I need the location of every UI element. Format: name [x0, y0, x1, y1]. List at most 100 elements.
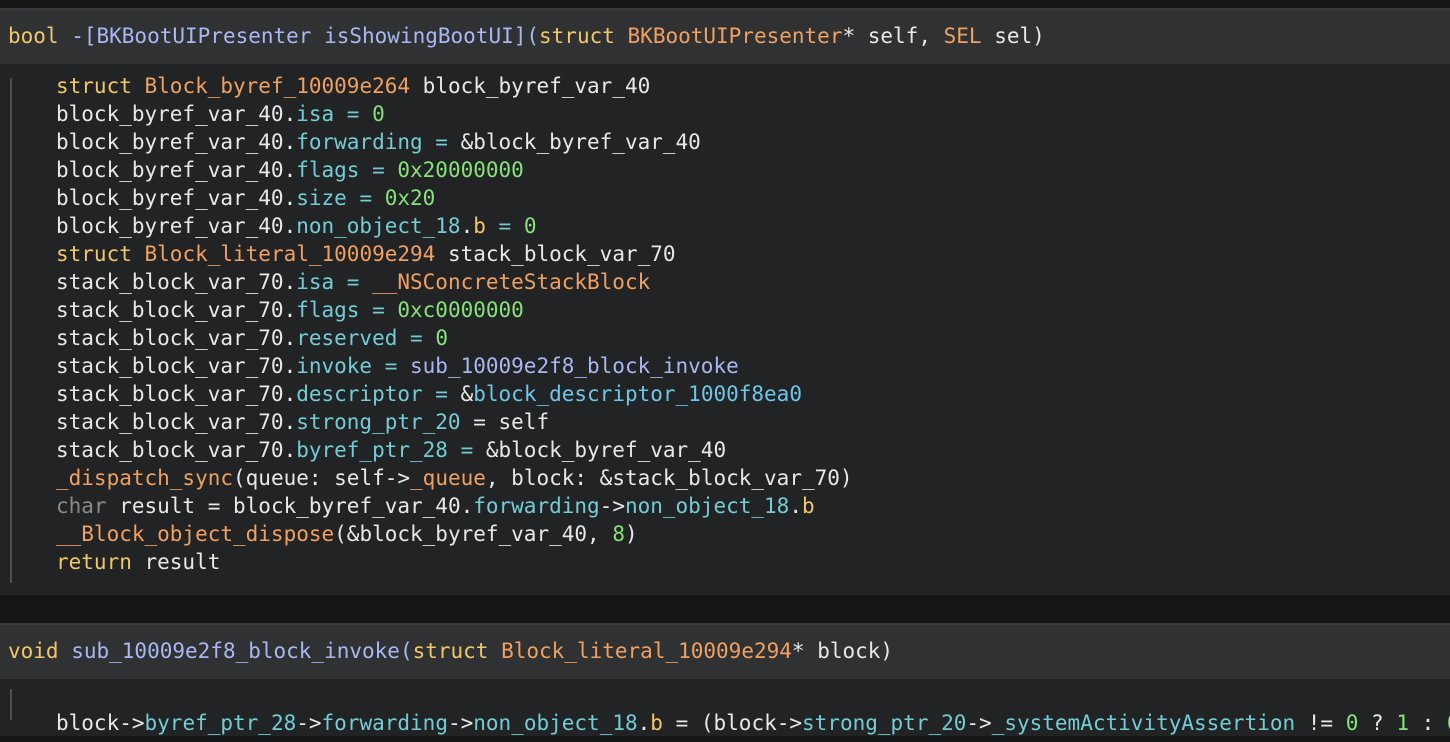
- code-line[interactable]: stack_block_var_70.flags = 0xc0000000: [56, 296, 524, 324]
- code-token: non_object_18: [473, 711, 638, 735]
- code-token: stack_block_var_70.: [56, 410, 297, 434]
- code-token: Block_literal_10009e294: [144, 242, 436, 266]
- code-token: =: [422, 382, 461, 406]
- code-token: stack_block_var_70.: [56, 438, 297, 462]
- code-token: non_object_18: [296, 214, 461, 238]
- code-line[interactable]: block->byref_ptr_28->forwarding->non_obj…: [56, 709, 1450, 737]
- code-token: 0x20000000: [397, 158, 524, 182]
- code-token: b: [802, 494, 815, 518]
- code-token: block_byref_var_40.: [56, 158, 297, 182]
- code-token: ->: [447, 711, 474, 735]
- code-token: isa: [296, 270, 335, 294]
- code-token: forwarding: [296, 130, 423, 154]
- code-token: &block_byref_var_40: [460, 130, 701, 154]
- code-token: 0: [1345, 711, 1359, 735]
- code-token: =: [422, 130, 461, 154]
- code-line[interactable]: stack_block_var_70.reserved = 0: [56, 324, 448, 352]
- code-token: _dispatch_sync: [56, 466, 234, 490]
- code-token: byref_ptr_28: [296, 438, 448, 462]
- code-line[interactable]: stack_block_var_70.strong_ptr_20 = self: [56, 408, 549, 436]
- code-token: SEL: [943, 24, 982, 48]
- code-line[interactable]: block_byref_var_40.forwarding = &block_b…: [56, 128, 701, 156]
- code-line[interactable]: block_byref_var_40.size = 0x20: [56, 184, 435, 212]
- code-line[interactable]: block_byref_var_40.isa = 0: [56, 100, 385, 128]
- code-token: 0x20: [384, 186, 436, 210]
- code-token: Block_byref_10009e264: [144, 74, 411, 98]
- code-token: forwarding: [473, 494, 600, 518]
- code-token: -[BKBootUIPresenter isShowingBootUI](: [58, 24, 540, 48]
- code-line[interactable]: struct Block_byref_10009e264 block_byref…: [56, 72, 650, 100]
- code-line[interactable]: stack_block_var_70.invoke = sub_10009e2f…: [56, 352, 739, 380]
- code-token: forwarding: [321, 711, 448, 735]
- code-token: sub_10009e2f8_block_invoke: [410, 354, 739, 378]
- code-token: non_object_18: [624, 494, 790, 518]
- code-token: (&block_byref_var_40,: [334, 522, 613, 546]
- code-token: 0xc0000000: [397, 298, 524, 322]
- code-line[interactable]: stack_block_var_70.byref_ptr_28 = &block…: [56, 436, 726, 464]
- code-token: 8: [612, 522, 625, 546]
- code-token: block_descriptor_1000f8ea0: [473, 382, 802, 406]
- code-token: 0: [372, 102, 385, 126]
- function-body: struct Block_byref_10009e264 block_byref…: [0, 64, 1450, 595]
- code-token: = (block->: [662, 711, 803, 735]
- code-token: =: [397, 326, 436, 350]
- code-token: __Block_object_dispose: [56, 522, 335, 546]
- code-token: .: [460, 214, 474, 238]
- code-token: struct: [412, 639, 489, 663]
- scope-gutter-line: [10, 78, 12, 583]
- function-header[interactable]: bool -[BKBootUIPresenter isShowingBootUI…: [0, 8, 1450, 64]
- code-token: * self,: [842, 24, 944, 48]
- code-token: bool: [8, 24, 59, 48]
- code-token: struct: [56, 74, 132, 98]
- code-token: block_byref_var_40.: [56, 102, 297, 126]
- code-token: char: [56, 494, 107, 518]
- code-line[interactable]: block_byref_var_40.flags = 0x20000000: [56, 156, 524, 184]
- code-token: flags: [296, 158, 360, 182]
- code-token: block_byref_var_40: [410, 74, 651, 98]
- code-token: =: [334, 102, 373, 126]
- code-token: stack_block_var_70.: [56, 326, 297, 350]
- code-token: block_byref_var_40.: [56, 186, 297, 210]
- code-line[interactable]: stack_block_var_70.isa = __NSConcreteSta…: [56, 268, 650, 296]
- code-token: strong_ptr_20: [802, 711, 967, 735]
- code-line[interactable]: struct Block_literal_10009e294 stack_blo…: [56, 240, 676, 268]
- function-signature: bool -[BKBootUIPresenter isShowingBootUI…: [8, 24, 1045, 48]
- code-token: , block: &stack_block_var_70): [485, 466, 853, 490]
- code-line[interactable]: return result: [56, 548, 220, 576]
- code-token: ): [624, 522, 638, 546]
- code-token: ->: [296, 711, 322, 735]
- code-token: __NSConcreteStackBlock: [372, 270, 651, 294]
- code-token: .: [637, 711, 651, 735]
- code-line[interactable]: block_byref_var_40.non_object_18.b = 0: [56, 212, 537, 240]
- code-token: b: [473, 214, 486, 238]
- code-token: * block): [791, 639, 894, 663]
- code-token: return: [56, 550, 132, 574]
- code-token: stack_block_var_70.: [56, 382, 297, 406]
- code-token: void: [8, 639, 59, 663]
- code-token: =: [447, 438, 486, 462]
- function-header[interactable]: void sub_10009e2f8_block_invoke(struct B…: [0, 623, 1450, 679]
- code-line[interactable]: _dispatch_sync(queue: self->_queue, bloc…: [56, 464, 853, 492]
- code-token: :: [1408, 711, 1447, 735]
- code-token: sel): [981, 24, 1045, 48]
- code-token: .: [789, 494, 802, 518]
- code-line[interactable]: __Block_object_dispose(&block_byref_var_…: [56, 520, 638, 548]
- code-token: =: [334, 270, 373, 294]
- code-token: stack_block_var_70.: [56, 354, 297, 378]
- code-token: isa: [296, 102, 335, 126]
- code-token: &: [460, 382, 474, 406]
- code-token: =: [359, 298, 398, 322]
- code-token: byref_ptr_28: [144, 711, 297, 735]
- code-token: = self: [460, 410, 550, 434]
- code-token: reserved: [296, 326, 398, 350]
- code-line[interactable]: char result = block_byref_var_40.forward…: [56, 492, 815, 520]
- code-token: b: [650, 711, 663, 735]
- code-token: ?: [1358, 711, 1397, 735]
- code-token: 0: [435, 326, 448, 350]
- code-line[interactable]: stack_block_var_70.descriptor = &block_d…: [56, 380, 802, 408]
- code-token: 1: [1396, 711, 1409, 735]
- code-token: =: [372, 354, 411, 378]
